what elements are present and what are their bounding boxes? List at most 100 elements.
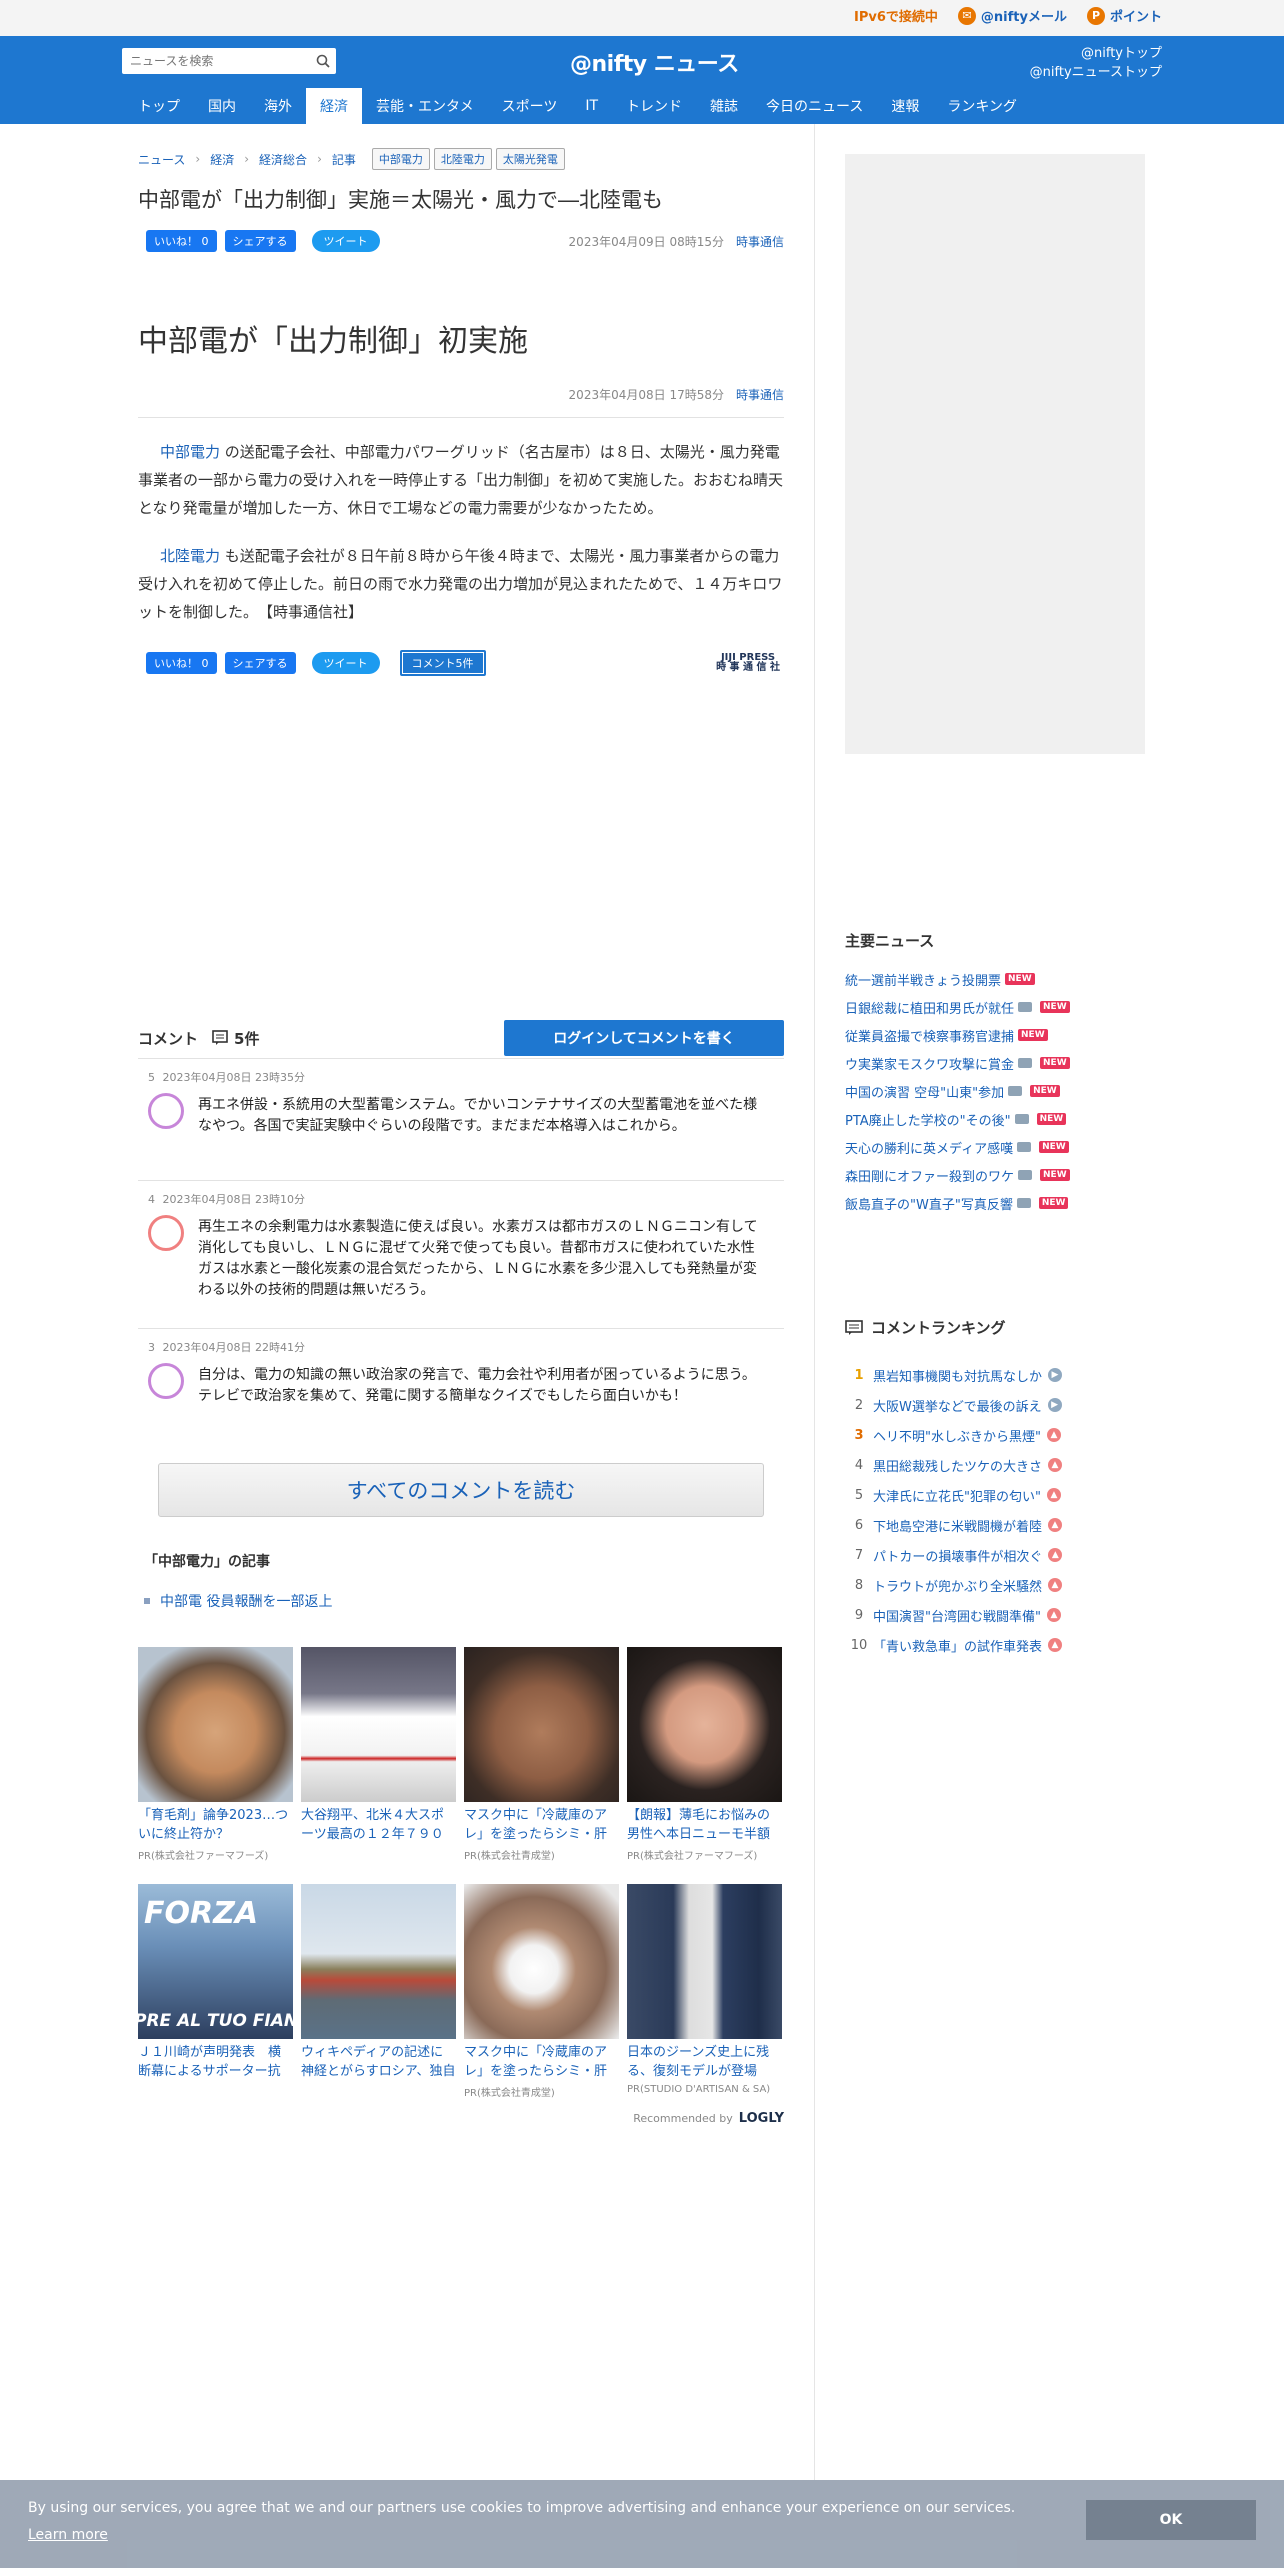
nav-breaking[interactable]: 速報 — [877, 88, 933, 124]
comment-icon — [845, 1319, 863, 1335]
arrow-right-icon: ▶ — [1048, 1368, 1063, 1382]
breadcrumb-economy[interactable]: 経済 — [210, 151, 234, 168]
recommend-title: 「育毛剤」論争2023…ついに終止符か？ — [138, 1808, 289, 1842]
comments-button[interactable]: コメント5件 — [399, 650, 486, 676]
nav-entertainment[interactable]: 芸能・エンタメ — [362, 88, 488, 124]
chubu-electric-link[interactable]: 中部電力 — [160, 443, 220, 461]
search-input[interactable] — [122, 49, 310, 73]
ranking-item[interactable]: 8 トラウトが兜かぶり全米騒然 ▲ — [845, 1570, 1145, 1600]
mail-link[interactable]: ✉ @niftyメール — [957, 6, 1067, 25]
main-news-title: ウ実業家モスクワ攻撃に賞金 — [845, 1057, 1015, 1073]
avatar — [148, 1093, 184, 1129]
recommend-card[interactable]: ウィキペディアの記述に神経とがらすロシア、独自の電子版百科事典目… — [301, 1884, 456, 2099]
tweet-button[interactable]: ツイート — [311, 230, 380, 252]
rank-number: 7 — [854, 1547, 864, 1563]
ranking-item[interactable]: 7 パトカーの損壊事件が相次ぐ ▲ — [845, 1540, 1145, 1570]
ranking-item[interactable]: 3 ヘリ不明"水しぶきから黒煙" ▲ — [845, 1420, 1145, 1450]
hokuriku-electric-link[interactable]: 北陸電力 — [160, 547, 220, 565]
main-news-item[interactable]: 従業員盗撮で検察事務官逮捕 NEW — [845, 1021, 1145, 1049]
camera-icon — [1016, 1198, 1031, 1208]
arrow-up-icon: ▲ — [1048, 1578, 1063, 1592]
main-news-item[interactable]: 森田剛にオファー殺到のワケ NEW — [845, 1161, 1145, 1189]
ranking-item[interactable]: 5 大津氏に立花氏"犯罪の匂い" ▲ — [845, 1480, 1145, 1510]
recommend-card[interactable]: 「育毛剤」論争2023…ついに終止符か？ PR(株式会社ファーマフーズ) — [138, 1647, 293, 1862]
arrow-up-icon: ▲ — [1048, 1518, 1063, 1532]
main-news-item[interactable]: 天心の勝利に英メディア感嘆 NEW — [845, 1133, 1145, 1161]
global-nav: トップ 国内 海外 経済 芸能・エンタメ スポーツ IT トレンド 雑誌 今日の… — [124, 88, 1031, 124]
breadcrumb-article[interactable]: 記事 — [332, 151, 356, 168]
recommend-card[interactable]: FORZA PRE AL TUO FIANCO Ｊ１川崎が声明発表 横断幕による… — [138, 1884, 293, 2099]
new-badge: NEW — [1030, 1085, 1060, 1097]
nifty-news-top-link[interactable]: @niftyニューストップ — [1030, 63, 1162, 82]
main-news-item[interactable]: 統一選前半戦きょう投開票 NEW — [845, 965, 1145, 993]
recommend-title: マスク中に「冷蔵庫のアレ」を塗ったらシミ・肝斑がまさかの一発… — [464, 2045, 608, 2079]
nav-ranking[interactable]: ランキング — [933, 88, 1031, 124]
breadcrumb-economy-general[interactable]: 経済総合 — [259, 151, 307, 168]
nav-sports[interactable]: スポーツ — [488, 88, 572, 124]
tag-solar[interactable]: 太陽光発電 — [495, 148, 565, 170]
point-link[interactable]: P ポイント — [1086, 6, 1162, 25]
ranking-item[interactable]: 6 下地島空港に米戦闘機が着陸 ▲ — [845, 1510, 1145, 1540]
recommend-card[interactable]: 大谷翔平、北米４大スポーツ最高の１２年７９０億円大型契約も…エ軍… — [301, 1647, 456, 1862]
recommend-card[interactable]: マスク中に「冷蔵庫のアレ」を塗ったらシミ・肝斑がまさかの一発… PR(株式会社青… — [464, 1647, 619, 1862]
share-bar-top: いいね！ 0 シェアする ツイート 2023年04月09日 08時15分 時事通信 — [138, 230, 784, 252]
learn-more-link[interactable]: Learn more — [28, 2527, 108, 2543]
main-news-item[interactable]: ウ実業家モスクワ攻撃に賞金 NEW — [845, 1049, 1145, 1077]
recommend-grid-row1: 「育毛剤」論争2023…ついに終止符か？ PR(株式会社ファーマフーズ) 大谷翔… — [138, 1647, 784, 1862]
search-icon[interactable] — [310, 49, 336, 73]
main-news-item[interactable]: 中国の演習 空母"山東"参加 NEW — [845, 1077, 1145, 1105]
ranking-item[interactable]: 9 中国演習"台湾囲む戦闘準備" ▲ — [845, 1600, 1145, 1630]
rank-number: 8 — [854, 1577, 864, 1593]
facebook-share-button[interactable]: シェアする — [224, 652, 296, 674]
nav-today[interactable]: 今日のニュース — [752, 88, 877, 124]
login-to-comment-button[interactable]: ログインしてコメントを書く — [504, 1020, 784, 1056]
main-news-title: 天心の勝利に英メディア感嘆 — [845, 1141, 1014, 1157]
recommend-card[interactable]: 日本のジーンズ史上に残る、復刻モデルが登場 PR(STUDIO D'ARTISA… — [627, 1884, 782, 2099]
arrow-up-icon: ▲ — [1046, 1608, 1061, 1622]
ranking-item[interactable]: 4 黒田総裁残したツケの大きさ ▲ — [845, 1450, 1145, 1480]
nav-top[interactable]: トップ — [124, 88, 194, 124]
tag-chubu-electric[interactable]: 中部電力 — [371, 148, 430, 170]
bullet-icon — [144, 1598, 150, 1604]
ranking-item[interactable]: 1 黒岩知事機関も対抗馬なしか ▶ — [845, 1360, 1145, 1390]
main-news-title: 森田剛にオファー殺到のワケ — [845, 1169, 1015, 1185]
comments-count: 5件 — [212, 1028, 259, 1049]
ranking-title: 大阪W選挙などで最後の訴え — [873, 1399, 1042, 1415]
rank-number: 6 — [854, 1517, 864, 1533]
facebook-like-button[interactable]: いいね！ 0 — [146, 230, 217, 252]
article-meta: 2023年04月09日 08時15分 時事通信 — [569, 233, 784, 250]
new-badge: NEW — [1038, 1197, 1069, 1209]
facebook-like-button[interactable]: いいね！ 0 — [146, 652, 217, 674]
main-news-title: 統一選前半戦きょう投開票 — [845, 973, 1002, 989]
ranking-title: 黒田総裁残したツケの大きさ — [873, 1459, 1043, 1475]
nav-economy[interactable]: 経済 — [306, 88, 362, 124]
recommend-card[interactable]: 【朗報】薄毛にお悩みの男性へ本日ニューモ半額 PR(株式会社ファーマフーズ) — [627, 1647, 782, 1862]
main-news-item[interactable]: PTA廃止した学校の"その後" NEW — [845, 1105, 1145, 1133]
main-news-list: 統一選前半戦きょう投開票 NEW 日銀総裁に植田和男氏が就任 NEW 従業員盗撮で検察事… — [845, 965, 1145, 1217]
nav-it[interactable]: IT — [571, 88, 612, 124]
ranking-item[interactable]: 2 大阪W選挙などで最後の訴え ▶ — [845, 1390, 1145, 1420]
tag-hokuriku-electric[interactable]: 北陸電力 — [433, 148, 492, 170]
tweet-button[interactable]: ツイート — [311, 652, 380, 674]
related-article-link[interactable]: 中部電 役員報酬を一部返上 — [144, 1591, 784, 1611]
nav-overseas[interactable]: 海外 — [250, 88, 306, 124]
nav-trend[interactable]: トレンド — [612, 88, 696, 124]
site-logo[interactable]: @nifty ニュース — [570, 46, 739, 78]
source-link[interactable]: 時事通信 — [736, 235, 784, 249]
camera-icon — [1008, 1086, 1023, 1096]
facebook-share-button[interactable]: シェアする — [224, 230, 296, 252]
nav-domestic[interactable]: 国内 — [194, 88, 250, 124]
main-news-item[interactable]: 飯島直子の"W直子"写真反響 NEW — [845, 1189, 1145, 1217]
comments-header: コメント 5件 ログインしてコメントを書く — [138, 1020, 784, 1056]
article-source-link[interactable]: 時事通信 — [736, 388, 784, 402]
nav-magazine[interactable]: 雑誌 — [696, 88, 752, 124]
main-news-item[interactable]: 日銀総裁に植田和男氏が就任 NEW — [845, 993, 1145, 1021]
column-divider — [814, 124, 815, 2480]
cookie-ok-button[interactable]: OK — [1086, 2500, 1256, 2540]
recommend-card[interactable]: マスク中に「冷蔵庫のアレ」を塗ったらシミ・肝斑がまさかの一発… PR(株式会社青… — [464, 1884, 619, 2099]
ranking-title: 黒岩知事機関も対抗馬なしか — [873, 1369, 1043, 1385]
read-all-comments-button[interactable]: すべてのコメントを読む — [158, 1463, 764, 1517]
ranking-item[interactable]: 10 「青い救急車」の試作車発表 ▲ — [845, 1630, 1145, 1660]
breadcrumb-news[interactable]: ニュース — [138, 151, 185, 168]
nifty-top-link[interactable]: @niftyトップ — [1030, 44, 1162, 63]
